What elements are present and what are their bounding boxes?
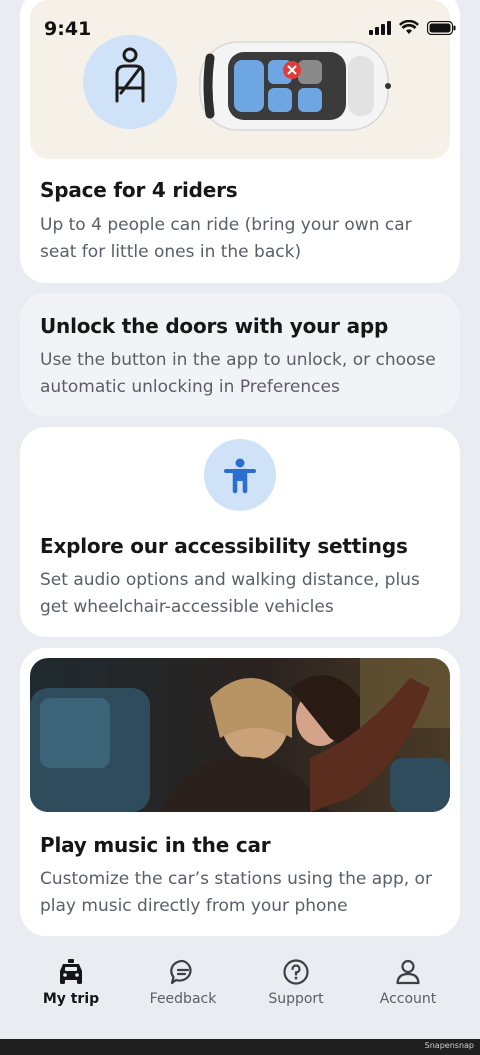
music-title: Play music in the car — [40, 833, 271, 857]
unlock-title: Unlock the doors with your app — [40, 314, 389, 338]
tab-feedback[interactable]: Feedback — [128, 959, 238, 1007]
tab-feedback-label: Feedback — [149, 991, 217, 1007]
tab-my-trip[interactable]: My trip — [16, 959, 126, 1007]
car-icon — [60, 959, 82, 984]
tab-my-trip-label: My trip — [42, 991, 100, 1007]
status-bar: 9:41 — [0, 0, 480, 56]
tab-account-label: Account — [379, 991, 437, 1007]
footer-bar: Snapensnap — [0, 1039, 480, 1055]
tab-support-label: Support — [268, 991, 324, 1007]
bottom-tab-bar: My trip Feedback Support Account — [0, 945, 480, 1039]
unlock-description: Use the button in the app to unlock, or … — [40, 350, 436, 397]
status-icons — [369, 20, 456, 35]
music-description: Customize the car’s stations using the a… — [40, 869, 432, 916]
battery-icon — [427, 20, 456, 35]
watermark: Snapensnap — [424, 1041, 474, 1050]
chat-bubble-icon — [170, 959, 192, 985]
accessibility-card[interactable]: Explore our accessibility settings Set a… — [20, 427, 460, 637]
accessibility-title: Explore our accessibility settings — [40, 534, 408, 558]
wifi-icon — [399, 20, 419, 34]
person-icon — [396, 959, 420, 985]
accessibility-description: Set audio options and walking distance, … — [40, 570, 420, 617]
music-card[interactable]: Play music in the car Customize the car’… — [20, 648, 460, 936]
status-time: 9:41 — [44, 18, 92, 40]
riders-title: Space for 4 riders — [40, 178, 238, 202]
question-circle-icon — [283, 959, 309, 985]
tab-support[interactable]: Support — [241, 959, 351, 1007]
riders-description: Up to 4 people can ride (bring your own … — [40, 215, 412, 262]
tab-account[interactable]: Account — [353, 959, 463, 1007]
accessibility-icon — [204, 439, 276, 511]
signal-icon — [369, 20, 391, 35]
unlock-card[interactable]: Unlock the doors with your app Use the b… — [20, 293, 460, 416]
music-hero-photo — [30, 658, 450, 812]
